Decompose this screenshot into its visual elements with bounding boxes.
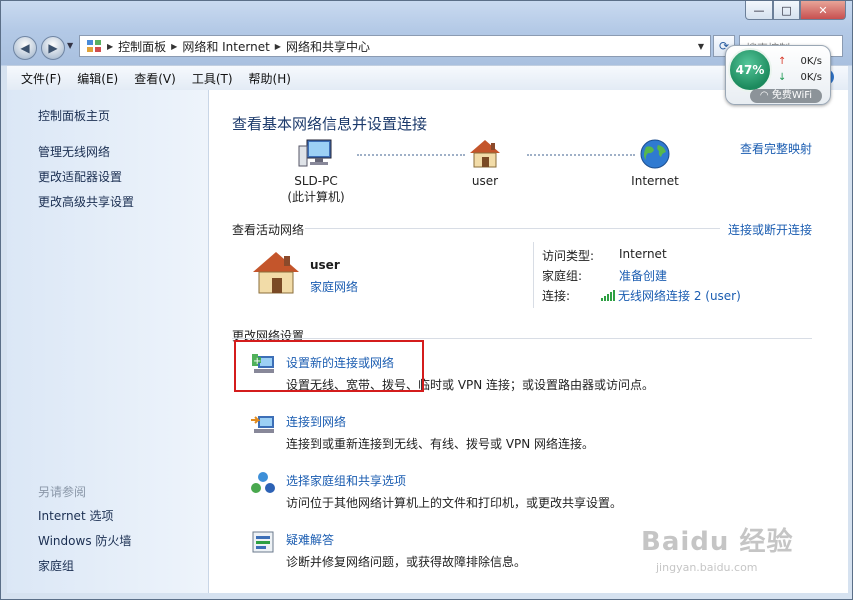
homegroup-label: 家庭组:: [542, 269, 583, 283]
active-network-type-link[interactable]: 家庭网络: [310, 278, 358, 295]
connection-label: 连接:: [542, 289, 571, 303]
connection-link-label: 无线网络连接 2 (user): [618, 289, 741, 303]
link-full-map[interactable]: 查看完整映射: [740, 140, 812, 157]
task-homegroup-link[interactable]: 选择家庭组和共享选项: [286, 472, 406, 489]
free-wifi-button[interactable]: ◠ 免费WiFi: [750, 89, 822, 103]
divider: [533, 242, 534, 308]
menu-view[interactable]: 查看(V): [134, 70, 176, 87]
active-network-name: user: [310, 258, 340, 272]
highlight-annotation-box: [234, 340, 424, 392]
forward-button[interactable]: ▶: [41, 36, 65, 60]
see-also-header: 另请参阅: [38, 485, 87, 499]
left-task-pane: 控制面板主页 管理无线网络 更改适配器设置 更改高级共享设置 另请参阅 Inte…: [7, 90, 209, 593]
globe-icon: [640, 139, 670, 169]
chevron-right-icon: ▶: [107, 41, 114, 51]
map-node-internet-label: Internet: [631, 174, 679, 188]
wifi-icon: ◠: [759, 90, 769, 101]
house-icon: [470, 140, 500, 168]
maximize-button[interactable]: □: [773, 1, 800, 20]
chevron-right-icon: ▶: [171, 41, 178, 51]
network-sharing-center-window: — □ ✕ ◀ ▶ ▼ ▶ 控制面板 ▶ 网络和 Internet ▶ 网络和共…: [0, 0, 853, 600]
upload-speed: 0K/s: [800, 56, 823, 67]
chevron-right-icon: ▶: [274, 41, 281, 51]
window-caption-buttons: — □ ✕: [745, 1, 846, 20]
map-node-computer-sub: (此计算机): [287, 190, 345, 204]
connection-link[interactable]: 无线网络连接 2 (user): [601, 287, 741, 304]
watermark-url: jingyan.baidu.com: [656, 561, 758, 574]
close-button[interactable]: ✕: [800, 1, 846, 20]
divider: [305, 228, 720, 229]
menu-tools[interactable]: 工具(T): [192, 70, 233, 87]
page-title: 查看基本网络信息并设置连接: [232, 115, 428, 133]
recent-pages-dropdown[interactable]: ▼: [67, 41, 73, 50]
task-connect-network-desc: 连接到或重新连接到无线、有线、拨号或 VPN 网络连接。: [286, 437, 595, 451]
minimize-button[interactable]: —: [745, 1, 773, 20]
address-bar[interactable]: ▶ 控制面板 ▶ 网络和 Internet ▶ 网络和共享中心 ▼: [79, 35, 711, 57]
map-node-network-label: user: [471, 174, 499, 188]
upload-arrow-icon: ↑: [778, 56, 787, 67]
back-button[interactable]: ◀: [13, 36, 37, 60]
free-wifi-label: 免费WiFi: [771, 90, 813, 101]
control-panel-icon: [86, 38, 102, 54]
link-manage-wireless[interactable]: 管理无线网络: [38, 143, 110, 160]
menu-help[interactable]: 帮助(H): [249, 70, 291, 87]
homegroup-link[interactable]: 准备创建: [619, 267, 667, 284]
divider: [232, 338, 812, 339]
map-node-internet[interactable]: Internet: [595, 138, 715, 189]
task-connect-network-link[interactable]: 连接到网络: [286, 413, 346, 430]
main-content: 查看基本网络信息并设置连接 查看完整映射 SLD-PC (此计算机) user: [209, 90, 848, 593]
access-type-label: 访问类型:: [542, 249, 595, 263]
link-connect-disconnect[interactable]: 连接或断开连接: [728, 221, 812, 238]
breadcrumb-network-internet[interactable]: 网络和 Internet: [182, 38, 269, 55]
wifi-widget[interactable]: 47% ↑ 0K/s ↓ 0K/s ◠ 免费WiFi: [725, 45, 831, 105]
active-networks-header: 查看活动网络: [232, 223, 305, 237]
link-windows-firewall[interactable]: Windows 防火墙: [38, 532, 131, 549]
download-arrow-icon: ↓: [778, 72, 787, 83]
task-homegroup-desc: 访问位于其他网络计算机上的文件和打印机，或更改共享设置。: [286, 496, 623, 510]
link-change-adapter[interactable]: 更改适配器设置: [38, 168, 122, 185]
troubleshoot-icon: [252, 531, 274, 553]
download-speed: 0K/s: [800, 72, 823, 83]
task-troubleshoot-desc: 诊断并修复网络问题，或获得故障排除信息。: [286, 555, 527, 569]
link-advanced-sharing[interactable]: 更改高级共享设置: [38, 193, 134, 210]
link-internet-options[interactable]: Internet 选项: [38, 507, 113, 524]
map-node-computer[interactable]: SLD-PC (此计算机): [256, 138, 376, 205]
breadcrumb-network-sharing-center[interactable]: 网络和共享中心: [286, 38, 370, 55]
menu-edit[interactable]: 编辑(E): [77, 70, 118, 87]
menu-bar: 文件(F) 编辑(E) 查看(V) 工具(T) 帮助(H) ?: [7, 65, 848, 91]
link-control-panel-home[interactable]: 控制面板主页: [38, 107, 110, 124]
map-node-network[interactable]: user: [425, 138, 545, 189]
menu-file[interactable]: 文件(F): [21, 70, 61, 87]
address-dropdown-icon[interactable]: ▼: [698, 42, 704, 51]
map-node-computer-label: SLD-PC: [294, 174, 338, 188]
homegroup-icon: [251, 472, 275, 493]
task-troubleshoot-link[interactable]: 疑难解答: [286, 531, 334, 548]
signal-bars-icon: [601, 290, 615, 301]
wifi-usage-gauge: 47%: [728, 48, 772, 92]
access-type-value: Internet: [619, 247, 667, 261]
computer-icon: [298, 139, 332, 167]
house-icon: [253, 252, 299, 294]
watermark-brand: Baidu 经验: [641, 527, 794, 557]
breadcrumb-control-panel[interactable]: 控制面板: [118, 38, 166, 55]
connect-network-icon: [251, 416, 274, 433]
link-homegroup[interactable]: 家庭组: [38, 557, 74, 574]
